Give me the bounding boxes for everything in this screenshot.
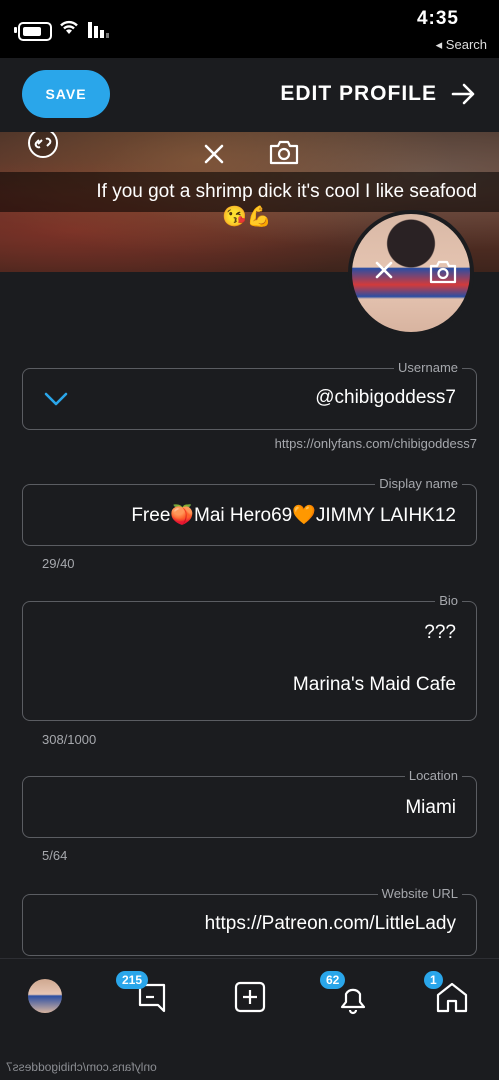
back-to-search-link[interactable]: ◂ Search <box>436 37 487 53</box>
url-bar: onlyfans.com/chibigoddess7 <box>0 1038 499 1080</box>
bio-counter: 308/1000 <box>42 732 97 747</box>
location-counter: 5/64 <box>42 848 68 863</box>
nav-notifications[interactable]: 62 <box>320 971 372 1017</box>
remove-avatar-icon[interactable] <box>372 258 396 282</box>
location-label: Location <box>404 768 462 783</box>
battery-nub <box>14 27 17 33</box>
bio-line-1[interactable]: ??? <box>424 622 456 644</box>
url-text: onlyfans.com/chibigoddess7 <box>6 1060 157 1074</box>
battery-icon <box>18 22 52 41</box>
camera-icon[interactable] <box>268 138 300 166</box>
profile-url-helper: https://onlyfans.com/chibigoddess7 <box>274 436 477 451</box>
status-time: 4:35 <box>416 8 459 29</box>
website-label: Website URL <box>377 886 462 901</box>
page-title: EDIT PROFILE <box>280 82 437 105</box>
username-field[interactable]: Username @chibigoddess7 <box>22 360 477 430</box>
display-name-value[interactable]: Free🍑Mai Hero69🧡JIMMY LAIHK12 <box>131 503 456 527</box>
location-value[interactable]: Miami <box>405 797 456 819</box>
cover-emoji: 😘💪 <box>222 206 272 228</box>
add-post-icon <box>234 981 266 1013</box>
website-field[interactable]: Website URL https://Patreon.com/LittleLa… <box>22 886 477 956</box>
username-label: Username <box>394 360 462 375</box>
edit-profile-header: SAVE EDIT PROFILE <box>0 58 499 132</box>
signal-icon <box>88 22 109 38</box>
bio-field[interactable]: Bio ??? Marina's Maid Cafe <box>22 593 477 721</box>
wifi-icon <box>60 20 78 34</box>
bio-label: Bio <box>435 593 462 608</box>
nav-add-post[interactable] <box>230 977 270 1017</box>
messages-badge: 215 <box>116 971 149 989</box>
nav-messages[interactable]: 215 <box>116 971 170 1017</box>
save-button[interactable]: SAVE <box>22 70 110 118</box>
nav-profile-avatar[interactable] <box>28 979 62 1013</box>
link-icon[interactable] <box>26 132 60 160</box>
username-value[interactable]: @chibigoddess7 <box>315 387 456 409</box>
notifications-badge: 62 <box>320 971 346 989</box>
home-badge: 1 <box>424 971 443 989</box>
status-bar: 4:35 ◂ Search <box>0 0 499 58</box>
display-name-field[interactable]: Display name Free🍑Mai Hero69🧡JIMMY LAIHK… <box>22 476 477 546</box>
back-arrow-icon[interactable] <box>449 80 477 108</box>
avatar-camera-icon[interactable] <box>428 258 458 286</box>
display-name-counter: 29/40 <box>42 556 75 571</box>
location-field[interactable]: Location Miami <box>22 768 477 838</box>
display-name-label: Display name <box>375 476 462 491</box>
website-value[interactable]: https://Patreon.com/LittleLady <box>205 913 456 935</box>
bio-line-2[interactable]: Marina's Maid Cafe <box>293 674 456 696</box>
bottom-navigation: 215 62 1 <box>0 958 499 1039</box>
chevron-down-icon[interactable] <box>43 389 69 409</box>
nav-home[interactable]: 1 <box>424 971 472 1017</box>
remove-cover-icon[interactable] <box>200 140 228 168</box>
